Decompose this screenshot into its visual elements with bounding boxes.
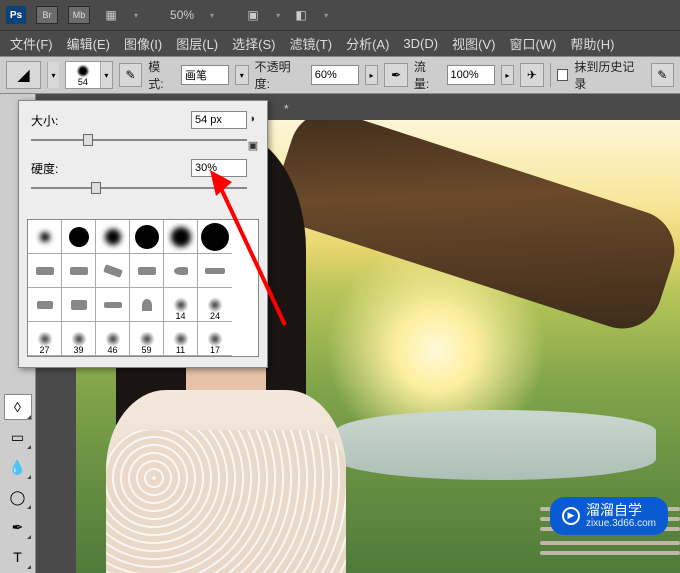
brush-preset[interactable]: 17 [198,322,232,356]
hardness-slider[interactable] [31,181,255,195]
brush-preset[interactable] [28,254,62,288]
app-icon: Ps [6,6,26,24]
view-extras-icon[interactable]: ▦ [100,6,122,24]
brush-preset[interactable] [62,288,96,322]
size-slider[interactable] [31,133,255,147]
brush-preset[interactable] [198,254,232,288]
opacity-field[interactable] [311,65,359,85]
brush-preset[interactable]: 14 [164,288,198,322]
menu-image[interactable]: 图像(I) [118,32,168,55]
brush-preset[interactable] [198,220,232,254]
chevron-down-icon[interactable]: ▾ [47,62,59,88]
play-icon: ▶ [562,507,580,525]
hardness-label: 硬度: [31,160,91,177]
brush-panel-toggle[interactable]: ✎ [119,63,142,87]
brush-preset-picker[interactable]: 54 ▾ [65,61,113,89]
brush-preset[interactable] [96,288,130,322]
brush-preset[interactable]: 59 [130,322,164,356]
menu-view[interactable]: 视图(V) [446,32,501,55]
brush-preset[interactable] [28,220,62,254]
brush-size-number: 54 [78,77,88,87]
title-bar: Ps Br Mb ▦ ▾ 50% ▾ ▣ ▾ ◧ ▾ [0,0,680,30]
canvas-lake [336,410,656,480]
brush-preset[interactable] [130,220,164,254]
brush-preset[interactable]: 39 [62,322,96,356]
menu-help[interactable]: 帮助(H) [564,32,620,55]
erase-to-history-label: 抹到历史记录 [574,58,644,92]
menu-select[interactable]: 选择(S) [226,32,281,55]
brush-preset[interactable]: 11 [164,322,198,356]
tablet-opacity-icon[interactable]: ✒ [384,63,407,87]
chevron-down-icon[interactable]: ▾ [235,65,249,85]
flow-field[interactable] [447,65,495,85]
mode-select[interactable] [181,65,229,85]
slider-thumb[interactable] [91,182,101,194]
mode-label: 模式: [148,58,175,92]
options-bar: ◢ ▾ 54 ▾ ✎ 模式: ▾ 不透明度: ▸ ✒ 流量: ▸ ✈ 抹到历史记… [0,56,680,94]
brush-preset[interactable] [96,254,130,288]
opacity-label: 不透明度: [255,58,305,92]
brush-preset[interactable] [130,288,164,322]
watermark-title: 溜溜自学 [586,503,656,518]
menu-analysis[interactable]: 分析(A) [340,32,395,55]
popup-flyout-icon[interactable]: ◗ [245,111,261,127]
airbrush-icon[interactable]: ✈ [520,63,543,87]
brush-preset-popup: ◗ ▣ 大小: 硬度: [18,100,268,368]
brush-preset[interactable] [164,254,198,288]
hardness-input[interactable] [191,159,247,177]
watermark-sub: zixue.3d66.com [586,518,656,529]
chevron-down-icon[interactable]: ▾ [134,11,138,20]
menu-file[interactable]: 文件(F) [4,32,59,55]
menu-filter[interactable]: 滤镜(T) [283,32,338,55]
screen-mode-icon[interactable]: ▣ [242,6,264,24]
chevron-down-icon[interactable]: ▾ [276,11,280,20]
menu-3d[interactable]: 3D(D) [397,34,444,53]
brush-preset[interactable] [62,254,96,288]
brush-preset[interactable] [164,220,198,254]
minibridge-button[interactable]: Mb [68,6,90,24]
brush-preset[interactable] [62,220,96,254]
chevron-down-icon[interactable]: ▾ [100,62,112,88]
size-label: 大小: [31,112,91,129]
arrange-docs-icon[interactable]: ◧ [290,6,312,24]
bridge-button[interactable]: Br [36,6,58,24]
brush-preset[interactable] [130,254,164,288]
watermark-badge: ▶ 溜溜自学 zixue.3d66.com [550,497,668,535]
brush-preset[interactable]: 46 [96,322,130,356]
chevron-down-icon[interactable]: ▾ [324,11,328,20]
menu-edit[interactable]: 编辑(E) [61,32,116,55]
document-tab[interactable]: * [276,98,297,120]
brush-preset-grid: 14 24 27 39 46 59 11 17 [27,219,259,357]
zoom-select[interactable]: 50% [166,8,198,22]
brush-preset[interactable] [96,220,130,254]
separator [550,63,551,87]
erase-to-history-checkbox[interactable] [557,69,569,81]
tool-preset-picker[interactable]: ◢ [6,61,41,89]
chevron-down-icon[interactable]: ▸ [365,65,379,85]
menu-bar: 文件(F) 编辑(E) 图像(I) 图层(L) 选择(S) 滤镜(T) 分析(A… [0,30,680,56]
menu-layer[interactable]: 图层(L) [170,32,224,55]
flow-label: 流量: [414,58,441,92]
size-input[interactable] [191,111,247,129]
chevron-down-icon[interactable]: ▸ [501,65,515,85]
menu-window[interactable]: 窗口(W) [503,32,562,55]
brush-preset[interactable]: 27 [28,322,62,356]
slider-thumb[interactable] [83,134,93,146]
tablet-size-icon[interactable]: ✎ [651,63,674,87]
chevron-down-icon[interactable]: ▾ [210,11,214,20]
brush-preset[interactable] [28,288,62,322]
brush-preset[interactable]: 24 [198,288,232,322]
